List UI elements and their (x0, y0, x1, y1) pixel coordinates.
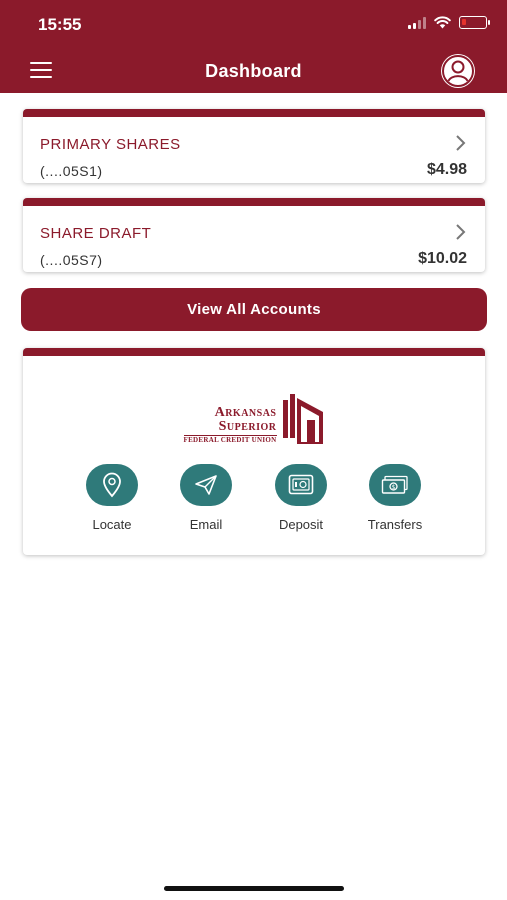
logo-line-3: FEDERAL CREDIT UNION (183, 435, 277, 444)
cellular-signal-icon (408, 16, 426, 29)
battery-icon (459, 16, 490, 29)
quick-actions-card: Arkansas Superior FEDERAL CREDIT UNION L… (23, 348, 485, 555)
svg-text:$: $ (392, 484, 396, 491)
wifi-icon (434, 16, 451, 29)
status-icons (408, 16, 490, 29)
account-card[interactable]: PRIMARY SHARES (....05S1) $4.98 (23, 109, 485, 183)
account-balance: $4.98 (426, 161, 467, 178)
action-label: Deposit (278, 517, 324, 532)
logo-line-2: Superior (218, 419, 277, 434)
safe-icon (288, 474, 314, 495)
view-all-accounts-button[interactable]: View All Accounts (21, 288, 487, 331)
account-card[interactable]: SHARE DRAFT (....05S7) $10.02 (23, 198, 485, 272)
chevron-right-icon[interactable] (451, 223, 469, 241)
user-avatar-icon[interactable] (441, 54, 475, 88)
account-name: SHARE DRAFT (40, 225, 152, 242)
page-title: Dashboard (205, 61, 302, 81)
money-icon: $ (381, 475, 408, 494)
logo-line-1: Arkansas (214, 405, 277, 420)
credit-union-logo: Arkansas Superior FEDERAL CREDIT UNION (23, 394, 485, 444)
locate-action[interactable]: Locate (67, 464, 157, 532)
location-pin-icon (103, 472, 121, 498)
chevron-right-icon[interactable] (451, 134, 469, 152)
action-label: Email (189, 517, 223, 532)
deposit-action[interactable]: Deposit (256, 464, 346, 532)
status-time: 15:55 (38, 15, 82, 34)
account-balance: $10.02 (418, 250, 467, 267)
building-logo-icon (282, 394, 323, 444)
action-label: Transfers (367, 517, 423, 532)
account-number: (....05S7) (40, 252, 103, 268)
home-indicator[interactable] (164, 886, 344, 891)
app-header: 15:55 Dashboard (0, 0, 507, 93)
account-name: PRIMARY SHARES (40, 136, 181, 153)
paper-plane-icon (195, 475, 217, 495)
transfers-action[interactable]: $ Transfers (350, 464, 440, 532)
action-label: Locate (92, 517, 132, 532)
account-number: (....05S1) (40, 163, 103, 179)
email-action[interactable]: Email (161, 464, 251, 532)
